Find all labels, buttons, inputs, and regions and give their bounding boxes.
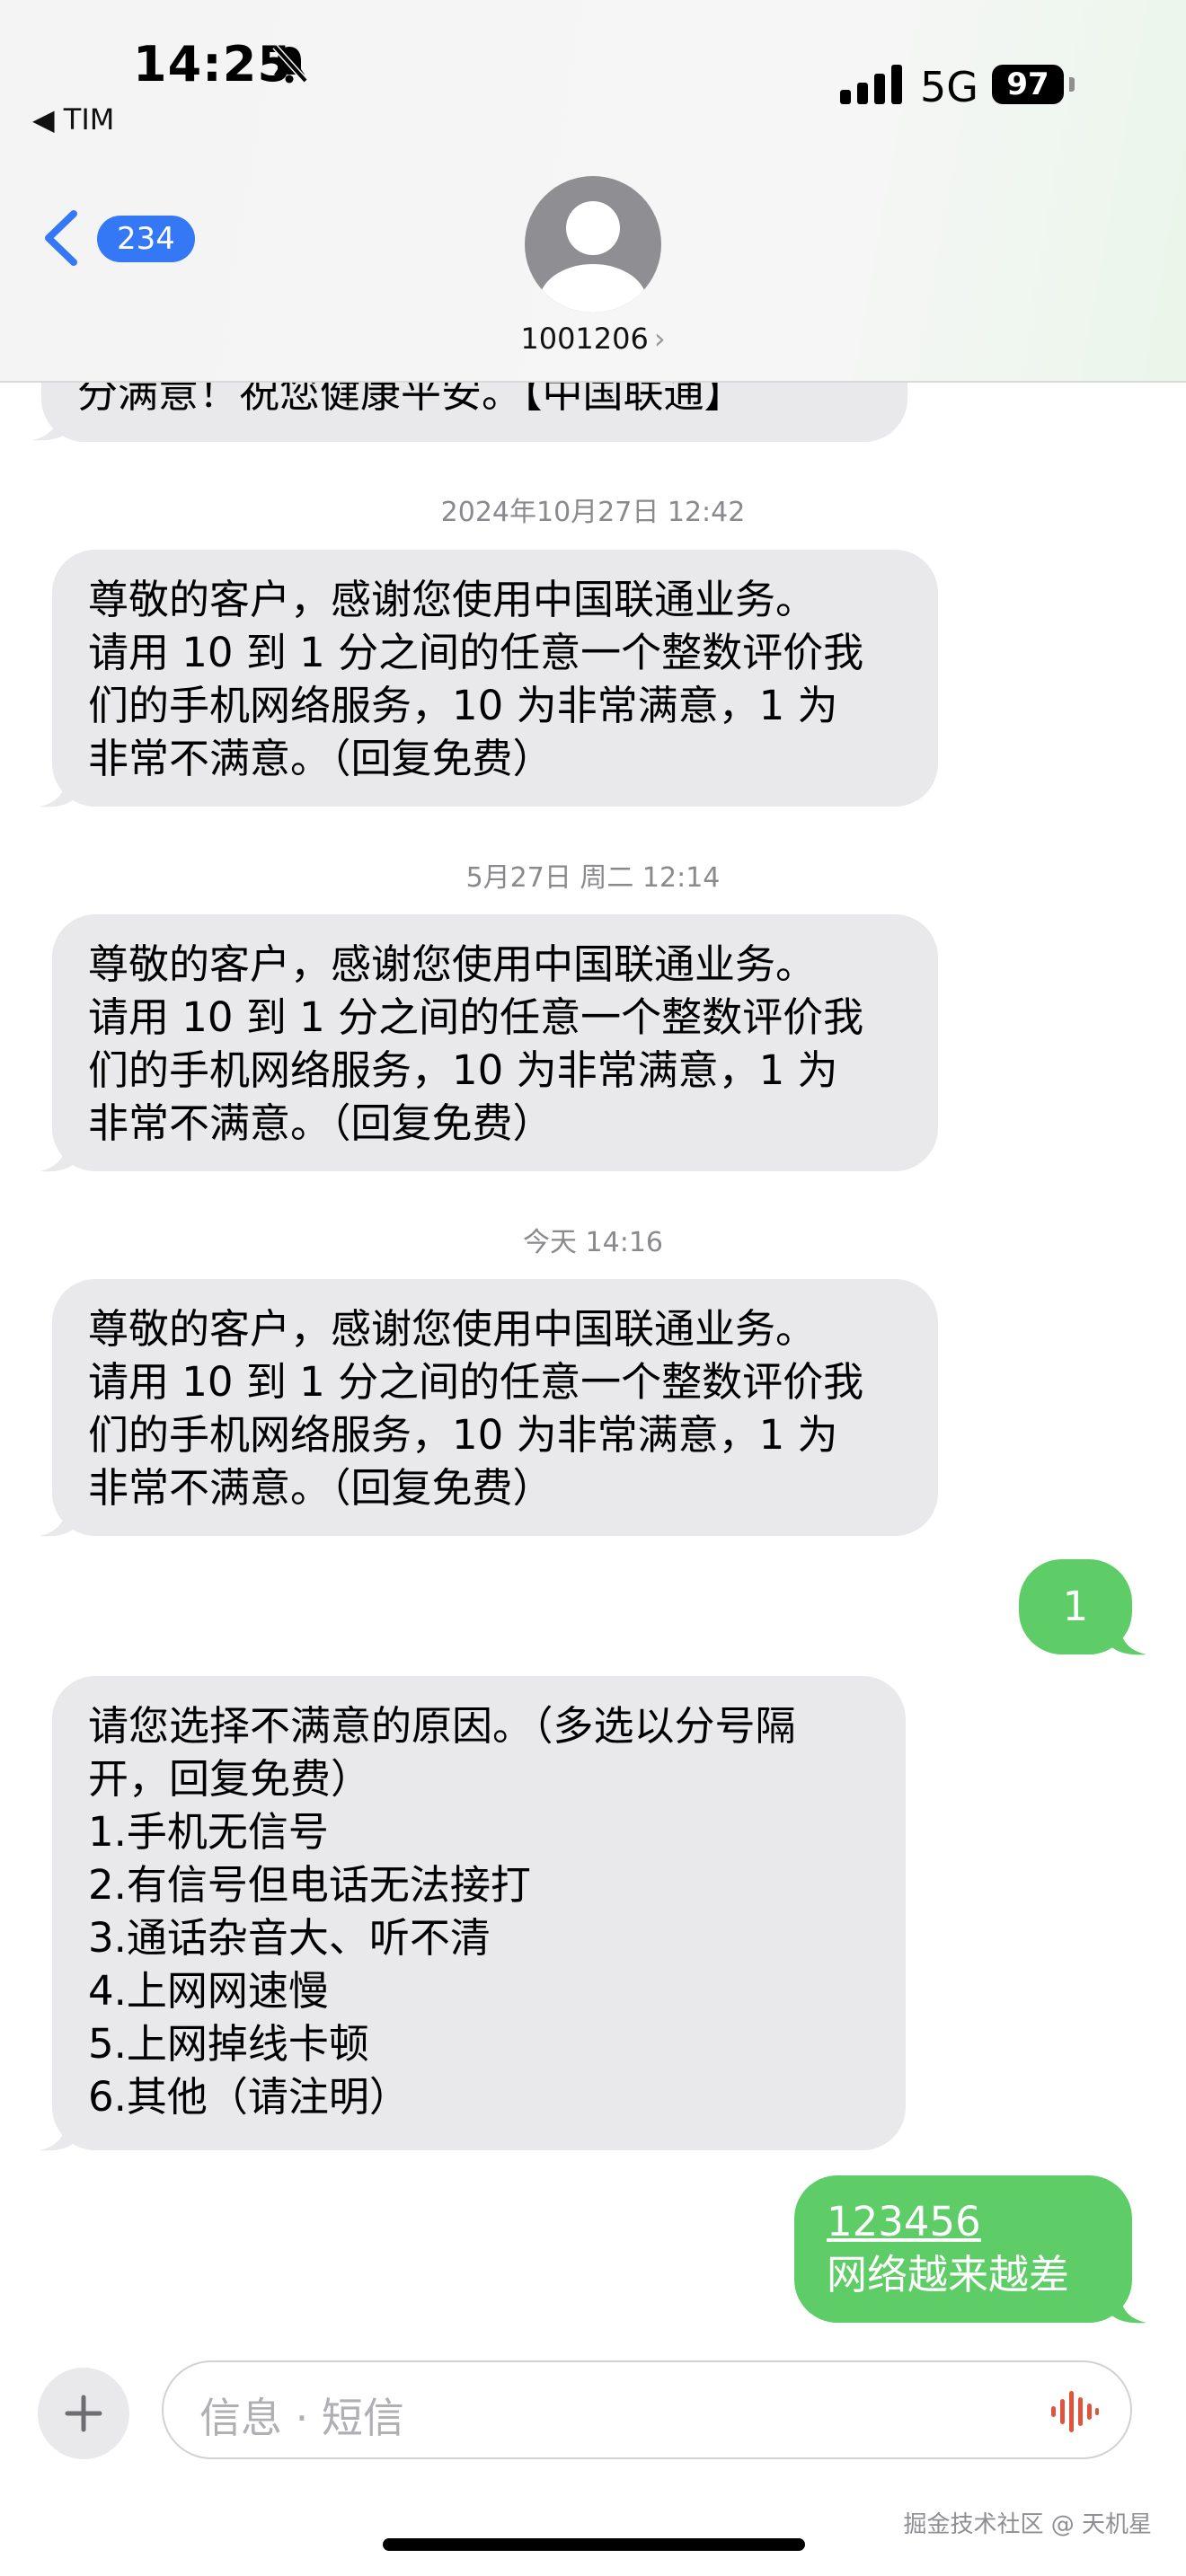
message-text: 5.上网掉线卡顿 [88,2020,369,2068]
audio-waveform-icon[interactable] [1049,2387,1100,2436]
bubble-tail [40,1502,79,1537]
unread-count-badge[interactable]: 234 [97,216,195,262]
home-indicator[interactable] [383,2538,805,2551]
message-text: 尊敬的客户，感谢您使用中国联通业务。 [88,940,817,988]
contact-avatar[interactable] [525,176,661,313]
cellular-signal-icon [840,65,902,104]
contact-number: 1001206 [520,322,649,356]
contact-name[interactable]: 1001206 › [0,322,1186,356]
bubble-tail [1107,2289,1146,2324]
message-text: 请用 10 到 1 分之间的任意一个整数评价我 [88,993,864,1041]
phone-link[interactable]: 123456 [827,2195,1132,2248]
plus-icon [65,2395,102,2432]
battery-cap [1069,77,1075,92]
message-text: 尊敬的客户，感谢您使用中国联通业务。 [88,1305,817,1353]
timestamp: 今天 14:16 [523,1227,663,1258]
chevron-left-icon[interactable] [40,208,81,268]
message-text: 1.手机无信号 [88,1808,329,1856]
message-text: 3.通话杂音大、听不清 [88,1914,491,1962]
status-time: 14:25 [133,36,292,93]
timestamp: 2024年10月27日 12:42 [440,497,746,528]
message-text: 们的手机网络服务，10 为非常满意，1 为 [88,1046,838,1094]
message-text: 非常不满意。（回复免费） [88,1099,553,1147]
battery-level: 97 [1006,66,1049,102]
message-bubble-outgoing[interactable]: 123456 网络越来越差 [794,2175,1132,2323]
add-attachment-button[interactable] [38,2368,129,2459]
bubble-tail [1107,1620,1146,1655]
bubble-tail [40,2116,79,2151]
message-text: 请用 10 到 1 分之间的任意一个整数评价我 [88,1358,864,1406]
message-bubble-incoming[interactable]: 请您选择不满意的原因。（多选以分号隔 开，回复免费） 1.手机无信号 2.有信号… [52,1676,906,2150]
chevron-right-icon: › [653,322,666,356]
message-text: 尊敬的客户，感谢您使用中国联通业务。 [88,576,817,623]
message-text: 网络越来越差 [827,2251,1070,2298]
bubble-tail [40,772,79,807]
watermark: 掘金技术社区 @ 天机星 [903,2511,1152,2538]
network-type: 5G [920,63,978,111]
back-to-app-label[interactable]: ◀ TIM [32,102,114,137]
message-bubble-incoming[interactable]: 尊敬的客户，感谢您使用中国联通业务。 请用 10 到 1 分之间的任意一个整数评… [52,914,938,1171]
battery-icon: 97 [992,65,1064,104]
person-icon [539,201,647,313]
message-text: 非常不满意。（回复免费） [88,735,553,782]
message-text: 非常不满意。（回复免费） [88,1464,553,1512]
bubble-tail [32,406,72,441]
message-bubble-incoming[interactable]: 尊敬的客户，感谢您使用中国联通业务。 请用 10 到 1 分之间的任意一个整数评… [52,1279,938,1536]
message-input-placeholder: 信息 · 短信 [199,2394,404,2442]
bubble-tail [40,1137,79,1172]
message-bubble-incoming[interactable]: 尊敬的客户，感谢您使用中国联通业务。 请用 10 到 1 分之间的任意一个整数评… [52,550,938,807]
message-text: 开，回复免费） [88,1755,372,1803]
message-text: 请您选择不满意的原因。（多选以分号隔 [88,1702,796,1750]
message-input[interactable]: 信息 · 短信 [162,2360,1132,2459]
bell-slash-icon [272,44,308,84]
message-text: 4.上网网速慢 [88,1967,329,2015]
conversation-header: 14:25 ◀ TIM 5G 97 234 1001206 › [0,0,1186,383]
message-text: 们的手机网络服务，10 为非常满意，1 为 [88,682,838,729]
message-text: 2.有信号但电话无法接打 [88,1861,531,1909]
message-text: 们的手机网络服务，10 为非常满意，1 为 [88,1411,838,1459]
timestamp: 5月27日 周二 12:14 [465,862,721,894]
message-text: 6.其他（请注明） [88,2073,410,2121]
message-text: 请用 10 到 1 分之间的任意一个整数评价我 [88,629,864,676]
